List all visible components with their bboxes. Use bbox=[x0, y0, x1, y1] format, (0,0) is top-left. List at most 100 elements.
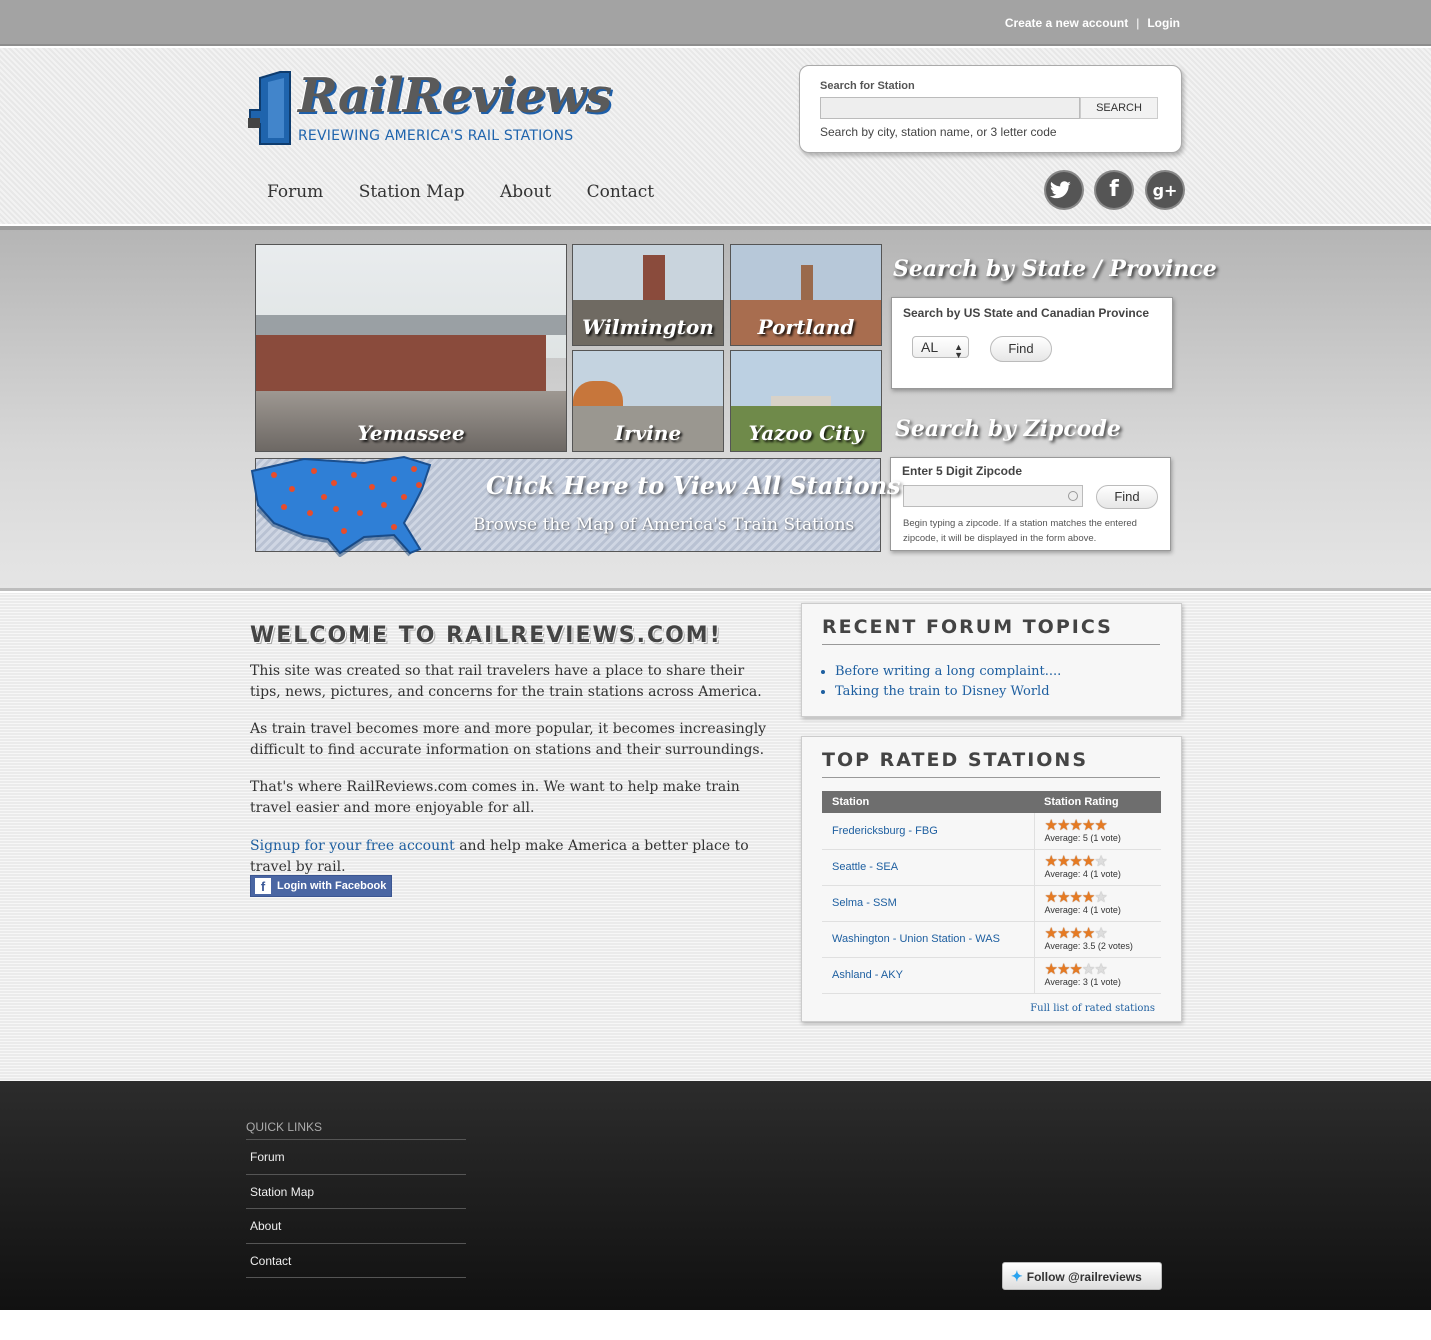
main-content: WELCOME TO RAILREVIEWS.COM! This site wa… bbox=[0, 593, 1431, 1081]
station-link[interactable]: Seattle - SEA bbox=[822, 849, 1035, 886]
site-footer: QUICK LINKS Forum Station Map About Cont… bbox=[0, 1081, 1431, 1310]
site-logo[interactable]: RailReviews REVIEWING AMERICA'S RAIL STA… bbox=[246, 68, 612, 150]
station-link[interactable]: Washington - Union Station - WAS bbox=[822, 921, 1035, 958]
star-rating[interactable]: ★★★★★ bbox=[1045, 961, 1162, 978]
login-with-facebook-label: Login with Facebook bbox=[277, 880, 387, 892]
star-icon: ★ bbox=[1044, 816, 1058, 834]
create-account-link[interactable]: Create a new account bbox=[1005, 16, 1128, 30]
station-rating-cell: ★★★★★ Average: 4 (1 vote) bbox=[1034, 885, 1162, 922]
view-all-stations-title: Click Here to View All Stations bbox=[486, 471, 901, 500]
tile-photo-roof bbox=[256, 315, 566, 335]
twitter-icon[interactable] bbox=[1046, 172, 1082, 208]
signup-link[interactable]: Signup for your free account bbox=[250, 838, 455, 854]
station-search-input[interactable] bbox=[820, 97, 1080, 119]
footer-link-about[interactable]: About bbox=[246, 1209, 466, 1244]
star-icon: ★ bbox=[1069, 816, 1082, 834]
view-all-stations-subtitle: Browse the Map of America's Train Statio… bbox=[473, 515, 855, 535]
star-icon: ★ bbox=[1081, 961, 1095, 978]
star-icon: ★ bbox=[1069, 925, 1082, 942]
station-link[interactable]: Fredericksburg - FBG bbox=[822, 813, 1035, 850]
google-plus-icon[interactable]: g+ bbox=[1147, 172, 1183, 208]
station-search-box: Search for Station SEARCH Search by city… bbox=[799, 65, 1182, 153]
logo-mark-icon bbox=[248, 71, 291, 145]
zip-search-title: Search by Zipcode bbox=[895, 416, 1121, 442]
star-rating[interactable]: ★★★★★ bbox=[1044, 853, 1162, 870]
station-tile-yazoo-city[interactable]: Yazoo City bbox=[730, 350, 882, 452]
station-search-hint: Search by city, station name, or 3 lette… bbox=[820, 125, 1057, 139]
footer-link-station-map[interactable]: Station Map bbox=[246, 1175, 466, 1209]
rating-average: Average: 5 (1 vote) bbox=[1044, 832, 1121, 843]
zip-clear-icon bbox=[1068, 491, 1078, 501]
login-link[interactable]: Login bbox=[1147, 16, 1180, 30]
footer-link-forum[interactable]: Forum bbox=[246, 1140, 466, 1175]
footer-link-contact[interactable]: Contact bbox=[246, 1244, 466, 1278]
zip-search-hint: Begin typing a zipcode. If a station mat… bbox=[903, 518, 1137, 544]
station-link[interactable]: Ashland - AKY bbox=[822, 957, 1035, 994]
rating-average: Average: 3 (1 vote) bbox=[1044, 977, 1121, 987]
welcome-paragraph-4: Signup for your free account and help ma… bbox=[250, 836, 770, 878]
forum-topic-link[interactable]: Before writing a long complaint.... bbox=[835, 662, 1061, 682]
table-row: Washington - Union Station - WAS ★★★★★ Ave… bbox=[822, 921, 1162, 958]
logo-tagline: REVIEWING AMERICA'S RAIL STATIONS bbox=[298, 128, 574, 144]
tile-photo-building bbox=[256, 335, 546, 395]
star-icon: ★ bbox=[1044, 853, 1058, 870]
star-icon: ★ bbox=[1069, 961, 1082, 978]
star-icon: ★ bbox=[1056, 816, 1070, 834]
login-with-facebook-button[interactable]: f Login with Facebook bbox=[250, 875, 392, 897]
welcome-paragraph-3: That's where RailReviews.com comes in. W… bbox=[250, 779, 740, 816]
logo-wordmark: RailReviews bbox=[298, 68, 612, 124]
star-icon: ★ bbox=[1056, 853, 1070, 870]
column-header-rating: Station Rating bbox=[1034, 791, 1161, 813]
star-icon: ★ bbox=[1094, 816, 1107, 834]
select-arrows-down-icon: ▼ bbox=[954, 350, 963, 360]
zip-search-panel: Enter 5 Digit Zipcode Find Begin typing … bbox=[890, 457, 1171, 551]
forum-topic-link[interactable]: Taking the train to Disney World bbox=[835, 682, 1061, 702]
state-select[interactable]: AL ▲ ▼ bbox=[912, 336, 969, 360]
nav-station-map[interactable]: Station Map bbox=[359, 182, 465, 202]
state-search-label: Search by US State and Canadian Province bbox=[903, 306, 1150, 320]
nav-forum[interactable]: Forum bbox=[267, 182, 323, 202]
star-icon: ★ bbox=[1044, 889, 1058, 906]
twitter-icon: ✦ bbox=[1011, 1268, 1023, 1284]
facebook-icon: f bbox=[255, 878, 271, 894]
tile-caption: Yazoo City bbox=[748, 421, 864, 445]
view-all-stations-banner[interactable]: Click Here to View All Stations Browse t… bbox=[250, 455, 901, 557]
star-icon: ★ bbox=[1094, 853, 1107, 870]
star-rating[interactable]: ★★★★★ bbox=[1044, 889, 1162, 906]
recent-forum-topics-title: RECENT FORUM TOPICS bbox=[822, 616, 1160, 645]
star-icon: ★ bbox=[1094, 925, 1107, 942]
follow-twitter-label: Follow @railreviews bbox=[1026, 1270, 1142, 1284]
top-rated-table: Station Station Rating Fredericksburg - … bbox=[822, 791, 1161, 994]
zip-input[interactable] bbox=[903, 485, 1083, 507]
station-tile-yemassee[interactable]: Yemassee bbox=[255, 244, 567, 452]
star-icon: ★ bbox=[1094, 889, 1107, 906]
follow-twitter-button[interactable]: ✦ Follow @railreviews bbox=[1002, 1262, 1162, 1290]
google-plus-glyph: g+ bbox=[1152, 181, 1178, 200]
station-tile-irvine[interactable]: Irvine bbox=[572, 350, 724, 452]
table-row: Ashland - AKY ★★★★★ Average: 3 (1 vote) bbox=[822, 957, 1162, 994]
station-tile-portland[interactable]: Portland bbox=[730, 244, 882, 346]
zip-find-button[interactable]: Find bbox=[1096, 485, 1158, 509]
full-list-link[interactable]: Full list of rated stations bbox=[1030, 1003, 1155, 1014]
twitter-bird-icon bbox=[1049, 181, 1071, 199]
star-icon: ★ bbox=[1056, 961, 1070, 978]
state-find-button[interactable]: Find bbox=[990, 336, 1052, 362]
welcome-paragraph-2: As train travel becomes more and more po… bbox=[250, 721, 767, 758]
star-rating[interactable]: ★★★★★ bbox=[1044, 816, 1162, 834]
station-search-button[interactable]: SEARCH bbox=[1080, 97, 1158, 119]
table-row: Selma - SSM ★★★★★ Average: 4 (1 vote) bbox=[822, 885, 1162, 922]
tile-caption: Wilmington bbox=[582, 315, 714, 339]
station-rating-cell: ★★★★★ Average: 4 (1 vote) bbox=[1034, 849, 1162, 886]
top-bar: Create a new account | Login bbox=[0, 0, 1431, 46]
zip-search-label: Enter 5 Digit Zipcode bbox=[902, 464, 1023, 478]
state-select-value: AL bbox=[921, 339, 939, 355]
star-rating[interactable]: ★★★★★ bbox=[1045, 925, 1162, 942]
facebook-icon[interactable]: f bbox=[1096, 172, 1132, 208]
station-link[interactable]: Selma - SSM bbox=[822, 885, 1035, 922]
nav-about[interactable]: About bbox=[500, 182, 551, 202]
nav-contact[interactable]: Contact bbox=[587, 182, 655, 202]
station-tile-wilmington[interactable]: Wilmington bbox=[572, 244, 724, 346]
facebook-glyph: f bbox=[1109, 177, 1119, 202]
main-nav: Forum Station Map About Contact bbox=[267, 182, 684, 202]
table-row: Seattle - SEA ★★★★★ Average: 4 (1 vote) bbox=[822, 849, 1162, 886]
